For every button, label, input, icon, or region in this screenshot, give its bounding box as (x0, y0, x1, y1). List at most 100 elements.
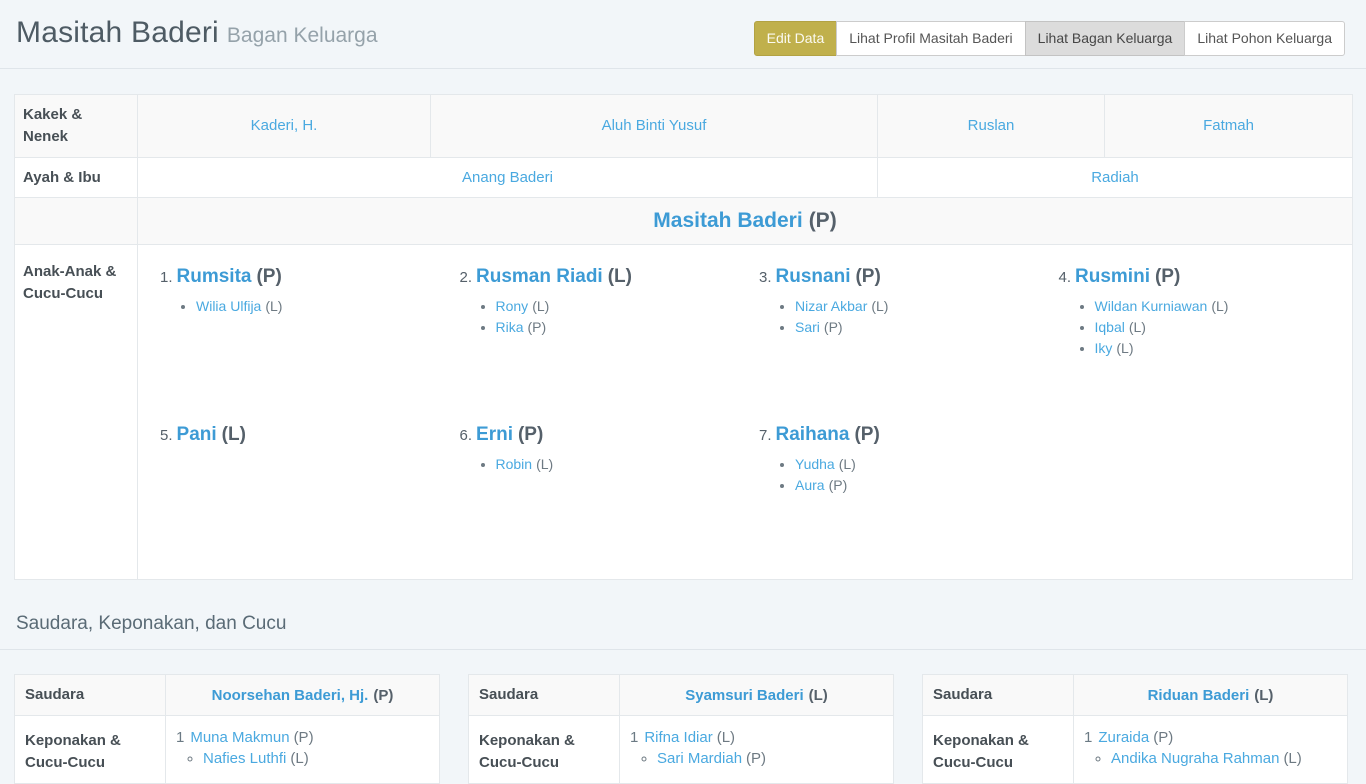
child-number: 6. (460, 427, 473, 444)
grandparent-link[interactable]: Kaderi, H. (251, 117, 318, 134)
child-number: 4. (1059, 269, 1072, 286)
child-name-link[interactable]: Rusnani (776, 266, 851, 287)
edit-data-button[interactable]: Edit Data (754, 21, 838, 56)
grandchild-item: Rony(L) (496, 298, 736, 314)
sibling-name-link[interactable]: Syamsuri Baderi (685, 687, 803, 704)
child-gender: (P) (854, 424, 879, 445)
grandchild-link[interactable]: Yudha (795, 456, 835, 472)
child-number: 2. (460, 269, 473, 286)
sibling-header-row: Saudara Syamsuri Baderi (L) (469, 675, 894, 716)
parents-row-label: Ayah & Ibu (15, 157, 138, 198)
child-gender: (P) (1155, 266, 1180, 287)
child-name-link[interactable]: Rusman Riadi (476, 266, 603, 287)
sibling-card: Saudara Riduan Baderi(L) Keponakan & Cuc… (922, 674, 1348, 783)
grandchild-gender: (L) (536, 456, 553, 472)
grandchild-link[interactable]: Iky (1095, 340, 1113, 356)
sibling-gender: (L) (1254, 687, 1273, 704)
sibling-name-link[interactable]: Riduan Baderi (1148, 687, 1250, 704)
grandchild-gender: (P) (528, 319, 547, 335)
grandchild-gender: (L) (532, 298, 549, 314)
father-link[interactable]: Anang Baderi (462, 169, 553, 186)
grandchild-link[interactable]: Rony (496, 298, 529, 314)
grandchild-item: Robin(L) (496, 456, 736, 472)
grandnephew-gender: (L) (1283, 750, 1301, 767)
child-gender: (P) (256, 266, 281, 287)
grandchild-gender: (P) (824, 319, 843, 335)
grandchild-item: Sari(P) (795, 319, 1035, 335)
grandchild-link[interactable]: Sari (795, 319, 820, 335)
grandchild-gender: (L) (1116, 340, 1133, 356)
child-block: 6.Erni(P) Robin(L) (446, 412, 746, 570)
person-row: Masitah Baderi (P) (15, 198, 1353, 245)
grandchild-gender: (L) (871, 298, 888, 314)
nephew-link[interactable]: Zuraida (1098, 729, 1149, 746)
grandparent-link[interactable]: Ruslan (968, 117, 1015, 134)
sibling-gender: (L) (809, 687, 828, 704)
grandchild-item: Rika(P) (496, 319, 736, 335)
grandnephew-link[interactable]: Nafies Luthfi (203, 750, 286, 767)
grandchild-gender: (L) (1211, 298, 1228, 314)
nephew-number: 1 (176, 729, 184, 746)
view-tree-button[interactable]: Lihat Pohon Keluarga (1184, 21, 1345, 56)
grandchild-link[interactable]: Nizar Akbar (795, 298, 867, 314)
grandchild-gender: (P) (829, 477, 848, 493)
nephews-label: Keponakan & Cucu-Cucu (15, 716, 166, 784)
page-header: Masitah Baderi Bagan Keluarga Edit Data L… (0, 0, 1366, 69)
grandchild-item: Iqbal(L) (1095, 319, 1335, 335)
person-row-label (15, 198, 138, 245)
nephew-gender: (P) (1153, 729, 1173, 746)
grandparent-link[interactable]: Fatmah (1203, 117, 1254, 134)
main-content: Kakek & Nenek Kaderi, H. Aluh Binti Yusu… (0, 94, 1366, 784)
nephews-label: Keponakan & Cucu-Cucu (469, 716, 620, 784)
grandparent-link[interactable]: Aluh Binti Yusuf (602, 117, 707, 134)
nephews-label: Keponakan & Cucu-Cucu (923, 716, 1074, 784)
grandnephew-item: Andika Nugraha Rahman(L) (1111, 750, 1337, 767)
mother-link[interactable]: Radiah (1091, 169, 1139, 186)
child-name-link[interactable]: Rumsita (177, 266, 252, 287)
grandchild-item: Aura(P) (795, 477, 1035, 493)
grandchild-link[interactable]: Robin (496, 456, 533, 472)
person-name-link[interactable]: Masitah Baderi (653, 209, 802, 232)
grandnephew-gender: (L) (290, 750, 308, 767)
grandchild-link[interactable]: Wildan Kurniawan (1095, 298, 1208, 314)
grandchild-gender: (L) (265, 298, 282, 314)
sibling-name-link[interactable]: Noorsehan Baderi, Hj. (212, 687, 369, 704)
child-block: 1.Rumsita(P) Wilia Ulfija(L) (146, 254, 446, 412)
child-gender: (L) (608, 266, 632, 287)
nephew-link[interactable]: Muna Makmun (190, 729, 289, 746)
nephew-link[interactable]: Rifna Idiar (644, 729, 712, 746)
grandchild-gender: (L) (1129, 319, 1146, 335)
person-gender: (P) (809, 209, 837, 232)
grandnephew-link[interactable]: Sari Mardiah (657, 750, 742, 767)
child-block: 2.Rusman Riadi(L) Rony(L) Rika(P) (446, 254, 746, 412)
child-name-link[interactable]: Rusmini (1075, 266, 1150, 287)
grandchild-link[interactable]: Wilia Ulfija (196, 298, 261, 314)
view-chart-button[interactable]: Lihat Bagan Keluarga (1025, 21, 1186, 56)
child-block: 7.Raihana(P) Yudha(L) Aura(P) (745, 412, 1045, 570)
page-subtitle: Bagan Keluarga (227, 24, 378, 47)
sibling-label: Saudara (469, 675, 620, 716)
child-gender: (P) (855, 266, 880, 287)
grandchild-link[interactable]: Iqbal (1095, 319, 1125, 335)
grandchild-item: Iky(L) (1095, 340, 1335, 356)
nephew-item: 1Muna Makmun(P) (176, 729, 429, 746)
grandchild-link[interactable]: Rika (496, 319, 524, 335)
sibling-card: Saudara Noorsehan Baderi, Hj.(P) Keponak… (14, 674, 440, 783)
parents-row: Ayah & Ibu Anang Baderi Radiah (15, 157, 1353, 198)
grandnephew-link[interactable]: Andika Nugraha Rahman (1111, 750, 1279, 767)
siblings-section-heading: Saudara, Keponakan, dan Cucu (0, 604, 1366, 650)
child-number: 1. (160, 269, 173, 286)
grandchild-link[interactable]: Aura (795, 477, 825, 493)
grandchild-gender: (L) (839, 456, 856, 472)
child-name-link[interactable]: Raihana (776, 424, 850, 445)
view-profile-button[interactable]: Lihat Profil Masitah Baderi (836, 21, 1025, 56)
nephew-number: 1 (630, 729, 638, 746)
child-name-link[interactable]: Pani (177, 424, 217, 445)
sibling-gender: (P) (373, 687, 393, 704)
child-number: 3. (759, 269, 772, 286)
nephew-number: 1 (1084, 729, 1092, 746)
child-name-link[interactable]: Erni (476, 424, 513, 445)
sibling-cards-row: Saudara Noorsehan Baderi, Hj.(P) Keponak… (14, 674, 1352, 783)
child-gender: (L) (222, 424, 246, 445)
page-title: Masitah Baderi (16, 16, 219, 49)
